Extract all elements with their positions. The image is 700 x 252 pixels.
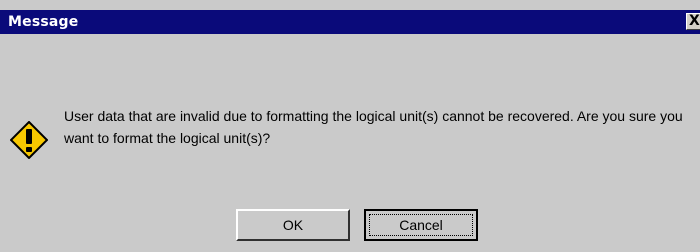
- message-text: User data that are invalid due to format…: [64, 108, 683, 146]
- cancel-button-label: Cancel: [399, 217, 443, 233]
- window-title: Message: [8, 14, 79, 30]
- close-button[interactable]: X: [686, 13, 700, 30]
- ok-button[interactable]: OK: [236, 209, 350, 241]
- warning-icon: [10, 121, 48, 159]
- title-bar[interactable]: Message X: [0, 10, 700, 34]
- close-icon: X: [689, 13, 700, 29]
- ok-button-label: OK: [282, 217, 304, 233]
- cancel-button[interactable]: Cancel: [364, 209, 478, 241]
- message-dialog: Message X User data that are invalid due…: [0, 0, 700, 252]
